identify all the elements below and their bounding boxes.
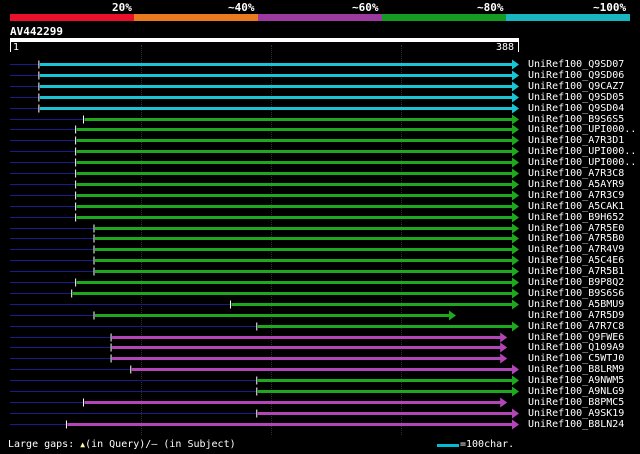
hit-label-link[interactable]: UniRef100_A5CAK1 <box>528 201 624 212</box>
hit-label-link[interactable]: UniRef100_A5AYR9 <box>528 179 624 190</box>
hit-arrow-icon <box>448 310 456 321</box>
hit-label-link[interactable]: UniRef100_A7R5B0 <box>528 233 624 244</box>
hit-label-link[interactable]: UniRef100_Q9CAZ7 <box>528 81 624 92</box>
hit-arrow-icon <box>512 223 519 234</box>
hit-label-link[interactable]: UniRef100_A7R5D9 <box>528 310 624 321</box>
hit-label-link[interactable]: UniRef100_A7R4V9 <box>528 244 624 255</box>
hit-arrow-icon <box>512 408 519 419</box>
hit-label-link[interactable]: UniRef100_B9H652 <box>528 212 624 223</box>
hit-arrow-icon <box>512 321 519 332</box>
hit-arrow-icon <box>512 201 519 212</box>
hit-arrow-icon <box>512 299 519 310</box>
hit-label-link[interactable]: UniRef100_A9NWM5 <box>528 375 624 386</box>
hit-label-link[interactable]: UniRef100_A7R7C8 <box>528 321 624 332</box>
hit-arrow-icon <box>512 168 519 179</box>
hit-arrow-icon <box>512 59 519 70</box>
hit-label-link[interactable]: UniRef100_B9S6S6 <box>528 288 624 299</box>
hit-label-link[interactable]: UniRef100_Q9SD07 <box>528 59 624 70</box>
hit-arrow-icon <box>512 386 519 397</box>
hit-label-link[interactable]: UniRef100_A7R3C8 <box>528 168 624 179</box>
hit-arrow-icon <box>512 233 519 244</box>
hit-arrow-icon <box>512 157 519 168</box>
hit-label-link[interactable]: UniRef100_Q9SD06 <box>528 70 624 81</box>
scale-bar-icon <box>437 444 459 447</box>
hit-label-link[interactable]: UniRef100_A9SK19 <box>528 408 624 419</box>
hit-label-link[interactable]: UniRef100_A7R3C9 <box>528 190 624 201</box>
hit-arrow-icon <box>512 190 519 201</box>
hit-arrow-icon <box>512 419 519 430</box>
hit-arrow-icon <box>512 81 519 92</box>
hit-arrow-icon <box>512 114 519 125</box>
hit-label-link[interactable]: UniRef100_A7R3D1 <box>528 135 624 146</box>
hit-label-link[interactable]: UniRef100_A5C4E6 <box>528 255 624 266</box>
hit-label-link[interactable]: UniRef100_Q109A9 <box>528 342 624 353</box>
hit-arrow-icon <box>512 146 519 157</box>
hit-arrow-icon <box>512 212 519 223</box>
hit-label-link[interactable]: UniRef100_UPI000.. <box>528 157 636 168</box>
hit-label-link[interactable]: UniRef100_A9NLG9 <box>528 386 624 397</box>
hit-arrow-icon <box>512 103 519 114</box>
hit-arrow-icon <box>512 364 519 375</box>
blast-alignment-viewer: 20% ~40% ~60% ~80% ~100% AV442299 1 388 … <box>0 0 640 454</box>
hit-label-link[interactable]: UniRef100_B8PMC5 <box>528 397 624 408</box>
hit-arrow-icon <box>512 135 519 146</box>
hit-arrow-icon <box>500 353 508 364</box>
hit-label-link[interactable]: UniRef100_B9P8Q2 <box>528 277 624 288</box>
hit-arrow-icon <box>512 92 519 103</box>
hit-arrow-icon <box>512 255 519 266</box>
hit-arrow-icon <box>512 244 519 255</box>
large-gaps-prefix: Large gaps: <box>8 439 81 450</box>
hit-arrow-icon <box>500 332 508 343</box>
hit-label-link[interactable]: UniRef100_UPI000.. <box>528 146 636 157</box>
scale-label: =100char. <box>460 439 515 450</box>
large-gaps-legend: Large gaps: ▲(in Query)/– (in Subject) <box>8 439 236 450</box>
hit-arrow-icon <box>500 397 508 408</box>
hit-label-link[interactable]: UniRef100_Q9SD04 <box>528 103 624 114</box>
hit-label-link[interactable]: UniRef100_Q9SD05 <box>528 92 624 103</box>
hit-label-link[interactable]: UniRef100_B8LN24 <box>528 419 624 430</box>
hit-label-link[interactable]: UniRef100_A5BMU9 <box>528 299 624 310</box>
hit-arrow-icon <box>512 288 519 299</box>
in-subject-text: (in Subject) <box>157 439 236 450</box>
hit-label-link[interactable]: UniRef100_UPI000.. <box>528 124 636 135</box>
hit-label-link[interactable]: UniRef100_C5WTJ0 <box>528 353 624 364</box>
hit-arrow-icon <box>512 124 519 135</box>
hit-arrow-icon <box>512 277 519 288</box>
hit-arrow-icon <box>512 179 519 190</box>
hit-label-link[interactable]: UniRef100_B8LRM9 <box>528 364 624 375</box>
hit-arrow-icon <box>512 70 519 81</box>
in-query-text: (in Query)/ <box>85 439 152 450</box>
hit-arrow-icon <box>512 266 519 277</box>
hit-arrow-icon <box>512 375 519 386</box>
hit-arrow-icon <box>500 342 508 353</box>
hit-label-link[interactable]: UniRef100_A7R5B1 <box>528 266 624 277</box>
